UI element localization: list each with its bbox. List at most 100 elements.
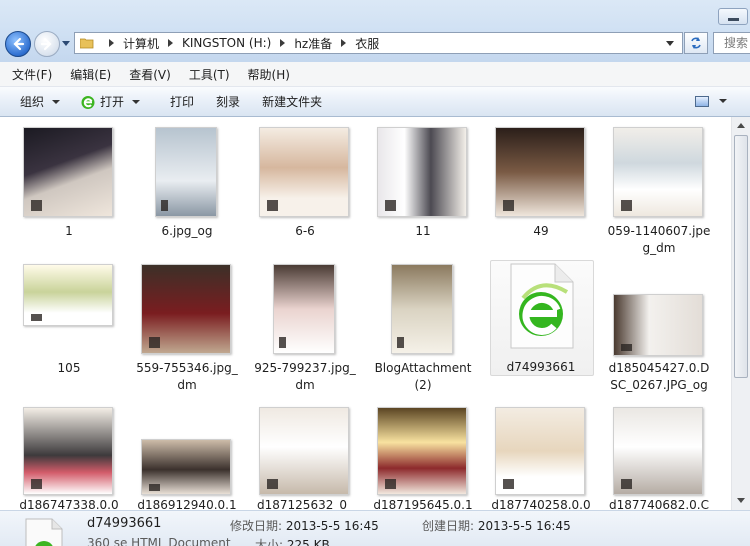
- image-thumbnail[interactable]: [23, 127, 113, 217]
- file-item[interactable]: d187195645.0.1: [371, 391, 475, 510]
- image-thumbnail[interactable]: [155, 127, 217, 217]
- image-thumbnail[interactable]: [613, 127, 703, 217]
- breadcrumb-current[interactable]: 衣服: [355, 35, 379, 52]
- chevron-down-icon: [132, 99, 141, 104]
- menu-view[interactable]: 查看(V): [117, 66, 177, 83]
- command-toolbar: 组织 打开 打印 刻录 新建文件夹: [0, 87, 750, 117]
- menu-edit[interactable]: 编辑(E): [58, 66, 117, 83]
- image-thumbnail[interactable]: [391, 264, 453, 354]
- vertical-scrollbar[interactable]: [731, 117, 750, 510]
- file-name-label: d186747338.0.0: [19, 498, 119, 510]
- file-item[interactable]: 1: [17, 117, 121, 253]
- file-name-label: d186912940.0.1: [137, 498, 237, 510]
- print-button[interactable]: 打印: [162, 91, 202, 113]
- file-item[interactable]: d186912940.0.1: [135, 391, 239, 510]
- breadcrumb-separator[interactable]: [168, 39, 174, 47]
- file-item[interactable]: 6-6: [253, 117, 357, 253]
- back-button[interactable]: [5, 31, 31, 57]
- image-thumbnail[interactable]: [377, 407, 467, 495]
- menu-tools[interactable]: 工具(T): [177, 66, 236, 83]
- file-item[interactable]: BlogAttachment (2): [371, 254, 475, 392]
- image-thumbnail[interactable]: [613, 294, 703, 356]
- menu-file[interactable]: 文件(F): [0, 66, 58, 83]
- file-name-label: d187740682.0.C: [609, 498, 709, 510]
- ie-icon: [81, 95, 95, 109]
- file-item[interactable]: 105: [17, 254, 121, 390]
- breadcrumb-separator[interactable]: [280, 39, 286, 47]
- created-value: 2013-5-5 16:45: [477, 519, 571, 533]
- search-input[interactable]: 搜索: [713, 32, 750, 54]
- file-name-label: 059-1140607.jpeg_dm: [607, 224, 711, 255]
- file-name-label: BlogAttachment (2): [374, 361, 472, 392]
- file-item[interactable]: 11: [371, 117, 475, 253]
- modified-value: 2013-5-5 16:45: [285, 519, 379, 533]
- refresh-button[interactable]: [684, 32, 708, 54]
- breadcrumb-folder[interactable]: hz准备: [294, 35, 332, 52]
- file-name-label: 11: [415, 224, 431, 238]
- menu-bar: 文件(F) 编辑(E) 查看(V) 工具(T) 帮助(H): [0, 62, 750, 87]
- file-name-label: 105: [57, 361, 81, 375]
- chevron-down-icon[interactable]: [719, 99, 727, 103]
- file-name-label: 49: [533, 224, 549, 238]
- image-thumbnail[interactable]: [23, 407, 113, 495]
- image-thumbnail[interactable]: [23, 264, 113, 326]
- image-thumbnail[interactable]: [613, 407, 703, 495]
- image-thumbnail[interactable]: [377, 127, 467, 217]
- file-item[interactable]: 49: [489, 117, 593, 253]
- forward-button[interactable]: [34, 31, 60, 57]
- file-item[interactable]: 6.jpg_og: [135, 117, 239, 253]
- folder-icon: [79, 38, 94, 49]
- file-item[interactable]: d185045427.0.DSC_0267.JPG_og: [607, 254, 711, 392]
- forward-arrow-icon: [40, 37, 52, 51]
- chevron-down-icon: [52, 99, 61, 104]
- image-thumbnail[interactable]: [259, 127, 349, 217]
- file-item[interactable]: d74993661: [489, 254, 593, 390]
- created-label: 创建日期:: [422, 519, 475, 533]
- image-thumbnail[interactable]: [141, 264, 231, 354]
- file-name-label: 6.jpg_og: [161, 224, 213, 238]
- file-item[interactable]: d187740258.0.0: [489, 391, 593, 510]
- details-file-name: d74993661: [87, 516, 162, 531]
- breadcrumb-drive[interactable]: KINGSTON (H:): [182, 36, 271, 50]
- breadcrumb-separator[interactable]: [109, 39, 114, 47]
- scroll-up-arrow-icon[interactable]: [737, 123, 745, 128]
- file-name-label: d74993661: [506, 360, 576, 374]
- file-item[interactable]: d186747338.0.0: [17, 391, 121, 510]
- scrollbar-thumb[interactable]: [734, 135, 748, 378]
- breadcrumb-separator[interactable]: [341, 39, 347, 47]
- image-thumbnail[interactable]: [495, 127, 585, 217]
- file-name-label: d187125632_0_: [257, 498, 353, 510]
- window-title-bar: 计算机 KINGSTON (H:) hz准备 衣服 搜索: [0, 0, 750, 62]
- file-name-label: d187195645.0.1: [373, 498, 473, 510]
- address-bar[interactable]: 计算机 KINGSTON (H:) hz准备 衣服: [74, 32, 683, 54]
- details-created: 创建日期: 2013-5-5 16:45: [422, 517, 571, 534]
- image-thumbnail[interactable]: [141, 439, 231, 495]
- recent-pages-dropdown[interactable]: [62, 41, 70, 46]
- open-label: 打开: [100, 95, 125, 109]
- new-folder-button[interactable]: 新建文件夹: [254, 91, 330, 113]
- refresh-icon: [691, 37, 701, 49]
- image-thumbnail[interactable]: [495, 407, 585, 495]
- minimize-button[interactable]: [718, 8, 748, 25]
- open-button[interactable]: 打开: [72, 91, 148, 113]
- organize-label: 组织: [20, 95, 45, 109]
- details-modified: 修改日期: 2013-5-5 16:45: [230, 517, 379, 534]
- organize-button[interactable]: 组织: [12, 91, 68, 113]
- file-name-label: 6-6: [295, 224, 315, 238]
- image-thumbnail[interactable]: [259, 407, 349, 495]
- chevron-down-icon[interactable]: [666, 41, 674, 46]
- file-item[interactable]: 059-1140607.jpeg_dm: [607, 117, 711, 255]
- change-view-icon[interactable]: [695, 96, 709, 107]
- modified-label: 修改日期:: [230, 519, 283, 533]
- scroll-down-arrow-icon[interactable]: [737, 498, 745, 503]
- burn-button[interactable]: 刻录: [208, 91, 248, 113]
- file-item[interactable]: d187125632_0_: [253, 391, 357, 510]
- html-document-icon: [24, 517, 64, 546]
- menu-help[interactable]: 帮助(H): [236, 66, 296, 83]
- image-thumbnail[interactable]: [273, 264, 335, 354]
- file-item[interactable]: 925-799237.jpg_dm: [253, 254, 357, 392]
- breadcrumb-computer[interactable]: 计算机: [123, 35, 159, 52]
- html-file-icon[interactable]: [503, 262, 579, 350]
- file-item[interactable]: d187740682.0.C: [607, 391, 711, 510]
- file-item[interactable]: 559-755346.jpg_dm: [135, 254, 239, 392]
